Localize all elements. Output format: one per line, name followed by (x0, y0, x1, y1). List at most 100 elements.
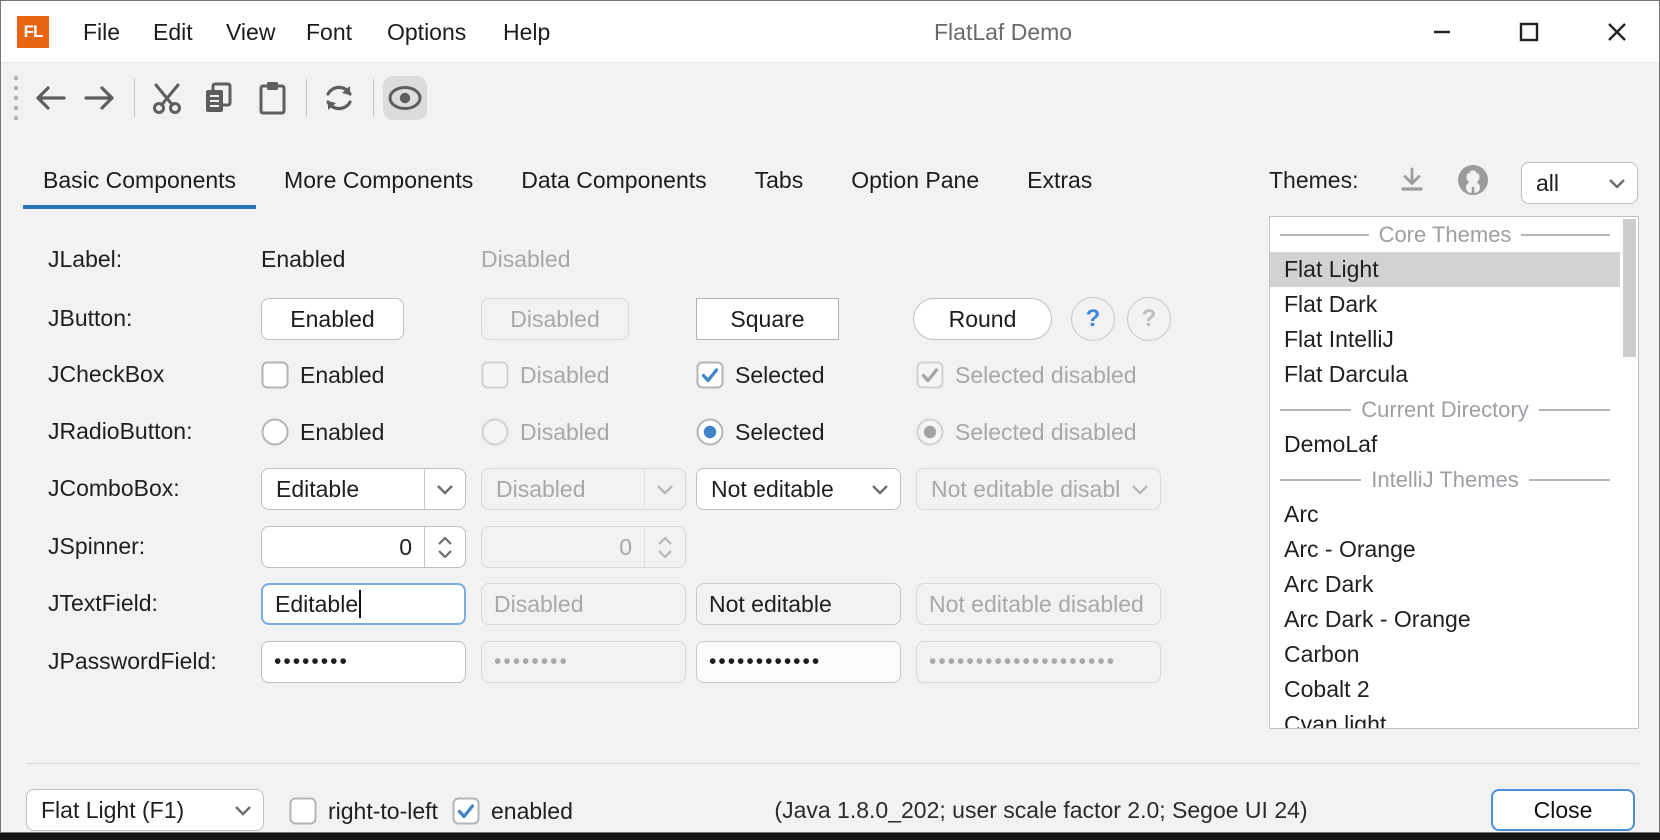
radio-selected-icon (916, 418, 944, 446)
menu-edit[interactable]: Edit (153, 1, 193, 63)
theme-item-cobalt-2[interactable]: Cobalt 2 (1270, 672, 1620, 707)
menu-font[interactable]: Font (306, 1, 352, 63)
tab-basic-components[interactable]: Basic Components (19, 151, 260, 209)
copy-button[interactable] (196, 63, 240, 133)
scrollbar-thumb[interactable] (1623, 219, 1636, 357)
passwordfield-not-editable[interactable]: •••••••••••• (696, 641, 901, 683)
checkbox-selected[interactable]: Selected (696, 361, 825, 389)
tab-label: Tabs (755, 167, 804, 194)
chevron-up-icon[interactable] (438, 537, 452, 545)
theme-separator: IntelliJ Themes (1270, 462, 1620, 497)
round-button[interactable]: Round (913, 298, 1052, 340)
back-button[interactable] (28, 63, 72, 133)
combobox-editable[interactable]: Editable (261, 468, 466, 510)
tab-underline (23, 205, 256, 209)
textfield-not-editable[interactable]: Not editable (696, 583, 901, 625)
download-theme-button[interactable] (1397, 151, 1427, 209)
window-bottom-edge (0, 833, 1660, 840)
themes-filter-combobox[interactable]: all (1521, 162, 1638, 204)
bottom-separator (26, 763, 1639, 764)
checkbox-icon (289, 797, 317, 825)
button-label: Round (949, 306, 1017, 333)
chevron-down-icon[interactable] (438, 550, 452, 558)
theme-item-flat-darcula[interactable]: Flat Darcula (1270, 357, 1620, 392)
checkbox-selected-disabled: Selected disabled (916, 361, 1137, 389)
radio-selected[interactable]: Selected (696, 418, 825, 446)
chevron-down-icon[interactable] (860, 484, 900, 495)
maximize-icon (1516, 19, 1542, 45)
tab-option-pane[interactable]: Option Pane (827, 151, 1003, 209)
combobox-value: Not editable (697, 476, 860, 503)
theme-item-flat-light[interactable]: Flat Light (1270, 252, 1620, 287)
spinner-value: 0 (482, 534, 644, 561)
tab-label: Option Pane (851, 167, 979, 194)
refresh-button[interactable] (317, 63, 361, 133)
checkbox-icon (481, 361, 509, 389)
close-button[interactable]: Close (1491, 789, 1635, 831)
spinner-value[interactable]: 0 (262, 534, 424, 561)
combobox-not-editable-disabled: Not editable disabled (916, 468, 1161, 510)
theme-item-arc-orange[interactable]: Arc - Orange (1270, 532, 1620, 567)
maximize-button[interactable] (1506, 1, 1552, 63)
laf-selector-combobox[interactable]: Flat Light (F1) (26, 789, 264, 831)
combobox-value: Editable (262, 476, 424, 503)
theme-item-flat-dark[interactable]: Flat Dark (1270, 287, 1620, 322)
text-caret (359, 590, 361, 618)
theme-item-carbon[interactable]: Carbon (1270, 637, 1620, 672)
theme-item-arc[interactable]: Arc (1270, 497, 1620, 532)
radio-enabled[interactable]: Enabled (261, 418, 384, 446)
close-button-label: Close (1534, 797, 1593, 824)
button-label: Square (730, 306, 804, 333)
theme-item-cyan-light[interactable]: Cyan light (1270, 707, 1620, 729)
minimize-button[interactable] (1419, 1, 1465, 63)
github-link-button[interactable] (1456, 151, 1490, 209)
spinner-buttons[interactable] (425, 537, 465, 558)
square-button[interactable]: Square (696, 298, 839, 340)
chevron-down-icon[interactable] (425, 484, 465, 495)
tab-more-components[interactable]: More Components (260, 151, 497, 209)
tab-label: Extras (1027, 167, 1092, 194)
theme-item-label: Flat Darcula (1284, 361, 1408, 388)
tab-extras[interactable]: Extras (1003, 151, 1116, 209)
right-to-left-checkbox[interactable]: right-to-left (289, 797, 438, 825)
theme-item-demolaf[interactable]: DemoLaf (1270, 427, 1620, 462)
theme-item-arc-dark-orange[interactable]: Arc Dark - Orange (1270, 602, 1620, 637)
combobox-not-editable[interactable]: Not editable (696, 468, 901, 510)
menu-file[interactable]: File (83, 1, 120, 63)
toolbar-grip[interactable] (9, 63, 23, 133)
close-window-button[interactable] (1594, 1, 1640, 63)
question-mark-icon: ? (1142, 305, 1157, 333)
forward-button[interactable] (78, 63, 122, 133)
chevron-down-icon[interactable] (223, 805, 263, 816)
menu-view[interactable]: View (226, 1, 275, 63)
show-hidden-toggle-button[interactable] (383, 76, 427, 120)
radio-icon (261, 418, 289, 446)
cut-button[interactable] (145, 63, 189, 133)
chevron-down-icon (1120, 484, 1160, 495)
tab-data-components[interactable]: Data Components (497, 151, 730, 209)
status-text: (Java 1.8.0_202; user scale factor 2.0; … (741, 789, 1341, 831)
spinner-enabled[interactable]: 0 (261, 526, 466, 568)
back-arrow-icon (34, 85, 66, 111)
enabled-checkbox[interactable]: enabled (452, 797, 573, 825)
checkbox-checked-icon (452, 797, 480, 825)
enabled-button[interactable]: Enabled (261, 298, 404, 340)
minimize-icon (1429, 19, 1455, 45)
paste-button[interactable] (250, 63, 294, 133)
textfield-editable[interactable]: Editable (261, 583, 466, 625)
theme-separator: Current Directory (1270, 392, 1620, 427)
menu-options[interactable]: Options (387, 1, 466, 63)
menu-help[interactable]: Help (503, 1, 550, 63)
scissors-icon (151, 82, 183, 114)
checkbox-enabled[interactable]: Enabled (261, 361, 384, 389)
toolbar (1, 63, 1659, 133)
jbutton-row-label: JButton: (48, 305, 253, 332)
combobox-value: Not editable disabled (917, 476, 1120, 503)
window-title: FlatLaf Demo (934, 1, 1072, 63)
help-button[interactable]: ? (1071, 297, 1115, 341)
theme-item-arc-dark[interactable]: Arc Dark (1270, 567, 1620, 602)
tab-tabs[interactable]: Tabs (731, 151, 828, 209)
theme-item-flat-intellij[interactable]: Flat IntelliJ (1270, 322, 1620, 357)
passwordfield-enabled[interactable]: •••••••• (261, 641, 466, 683)
theme-separator-label: Core Themes (1379, 222, 1512, 248)
